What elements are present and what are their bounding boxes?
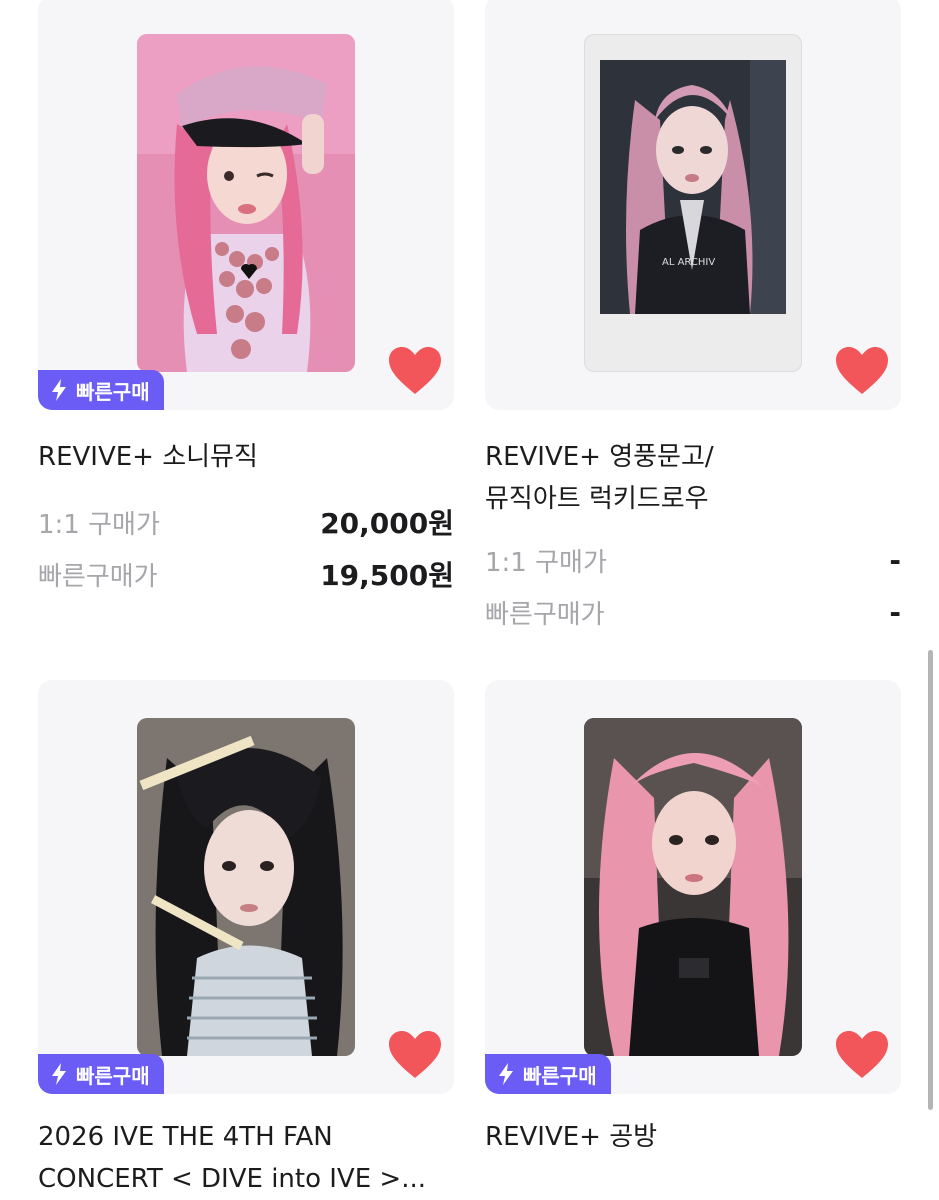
product-title[interactable]: REVIVE+ 공방 <box>485 1116 901 1158</box>
price-value-1to1: 20,000원 <box>320 507 454 540</box>
lightning-icon <box>499 1063 513 1085</box>
heart-icon[interactable] <box>835 1030 889 1080</box>
product-thumbnail-area[interactable]: 빠른구매 <box>38 0 454 410</box>
quick-buy-badge: 빠른구매 <box>485 1054 611 1094</box>
lightning-icon <box>52 379 66 401</box>
product-title[interactable]: REVIVE+ 영풍문고/ 뮤직아트 럭키드로우 <box>485 436 901 520</box>
price-row-quick: 빠른구매가 - <box>485 586 901 638</box>
product-thumbnail-area[interactable]: 빠른구매 <box>485 680 901 1094</box>
quick-buy-badge: 빠른구매 <box>38 370 164 410</box>
heart-icon[interactable] <box>388 1030 442 1080</box>
quick-buy-badge-label: 빠른구매 <box>523 1063 597 1088</box>
product-thumbnail-area[interactable]: AL ARCHIV <box>485 0 901 410</box>
price-label-1to1: 1:1 구매가 <box>485 547 607 578</box>
product-thumbnail-area[interactable]: 빠른구매 <box>38 680 454 1094</box>
product-card[interactable]: 빠른구매 REVIVE+ 공방 <box>485 680 901 1158</box>
price-value-1to1: - <box>889 543 901 577</box>
quick-buy-badge-label: 빠른구매 <box>76 379 150 404</box>
product-title[interactable]: REVIVE+ 소니뮤직 <box>38 436 454 478</box>
price-row-1to1: 1:1 구매가 20,000원 <box>38 496 454 548</box>
heart-icon[interactable] <box>835 346 889 396</box>
price-label-quick: 빠른구매가 <box>38 561 158 592</box>
lightning-icon <box>52 1063 66 1085</box>
scrollbar[interactable] <box>928 650 933 1110</box>
product-card[interactable]: 빠른구매 REVIVE+ 소니뮤직 1:1 구매가 20,000원 빠른구매가 … <box>38 0 454 600</box>
product-photo <box>137 718 355 1056</box>
svg-text:AL ARCHIV: AL ARCHIV <box>662 257 715 268</box>
quick-buy-badge-label: 빠른구매 <box>76 1063 150 1088</box>
product-photo <box>137 34 355 372</box>
price-row-quick: 빠른구매가 19,500원 <box>38 548 454 600</box>
price-label-quick: 빠른구매가 <box>485 599 605 630</box>
product-title[interactable]: 2026 IVE THE 4TH FAN CONCERT < DIVE into… <box>38 1116 454 1200</box>
product-photo: AL ARCHIV <box>584 34 802 372</box>
price-value-quick: - <box>889 595 901 629</box>
product-card[interactable]: 빠른구매 2026 IVE THE 4TH FAN CONCERT < DIVE… <box>38 680 454 1200</box>
price-value-quick: 19,500원 <box>320 559 454 592</box>
price-label-1to1: 1:1 구매가 <box>38 509 160 540</box>
product-card[interactable]: AL ARCHIV REVIVE+ 영풍문고/ 뮤직아트 럭키드로우 1:1 구… <box>485 0 901 638</box>
product-photo <box>584 718 802 1056</box>
quick-buy-badge: 빠른구매 <box>38 1054 164 1094</box>
price-row-1to1: 1:1 구매가 - <box>485 534 901 586</box>
heart-icon[interactable] <box>388 346 442 396</box>
